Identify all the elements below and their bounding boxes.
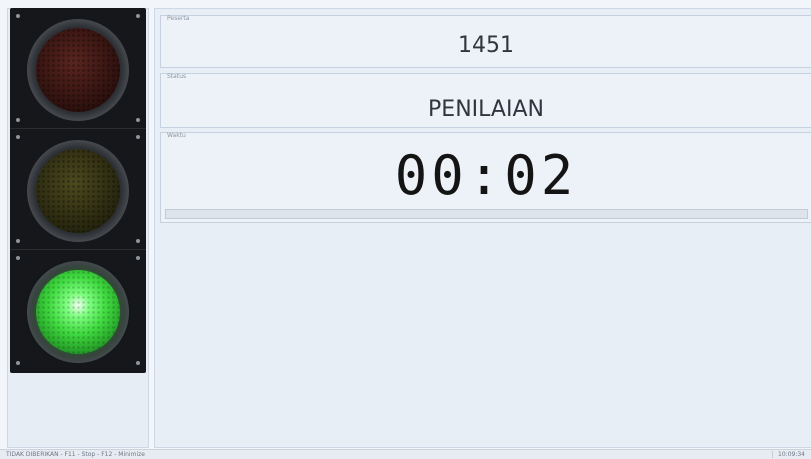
bolt-icon [136,361,140,365]
bolt-icon [136,135,140,139]
peserta-value: 1451 [458,33,514,58]
bolt-icon [16,14,20,18]
status-bar-hint: TIDAK DIBERIKAN - F11 - Stop - F12 - Min… [6,451,145,458]
bolt-icon [16,118,20,122]
bolt-icon [136,239,140,243]
status-legend: Status [167,73,187,80]
red-lamp [36,28,120,112]
status-group: Status PENILAIAN [160,73,811,128]
peserta-group: Peserta 1451 [160,15,811,68]
status-bar-divider [772,451,773,458]
bolt-icon [16,239,20,243]
waktu-group: Waktu 00:02 [160,132,811,223]
bolt-icon [136,256,140,260]
green-lamp-cell [10,250,146,371]
bolt-icon [136,118,140,122]
peserta-legend: Peserta [167,15,190,22]
status-value: PENILAIAN [428,97,544,122]
bolt-icon [16,361,20,365]
waktu-legend: Waktu [167,132,186,139]
app-window: Peserta 1451 Status PENILAIAN Waktu 00:0… [0,0,811,459]
status-bar: TIDAK DIBERIKAN - F11 - Stop - F12 - Min… [0,449,811,459]
bolt-icon [16,135,20,139]
traffic-light [10,8,146,373]
timer-progress-bar [165,209,808,219]
status-bar-time: 10:09:34 [778,451,805,458]
bolt-icon [136,14,140,18]
green-lamp [36,270,120,354]
yellow-lamp-cell [10,129,146,250]
red-lamp-cell [10,8,146,129]
yellow-lamp [36,149,120,233]
bolt-icon [16,256,20,260]
timer-display: 00:02 [394,144,578,207]
